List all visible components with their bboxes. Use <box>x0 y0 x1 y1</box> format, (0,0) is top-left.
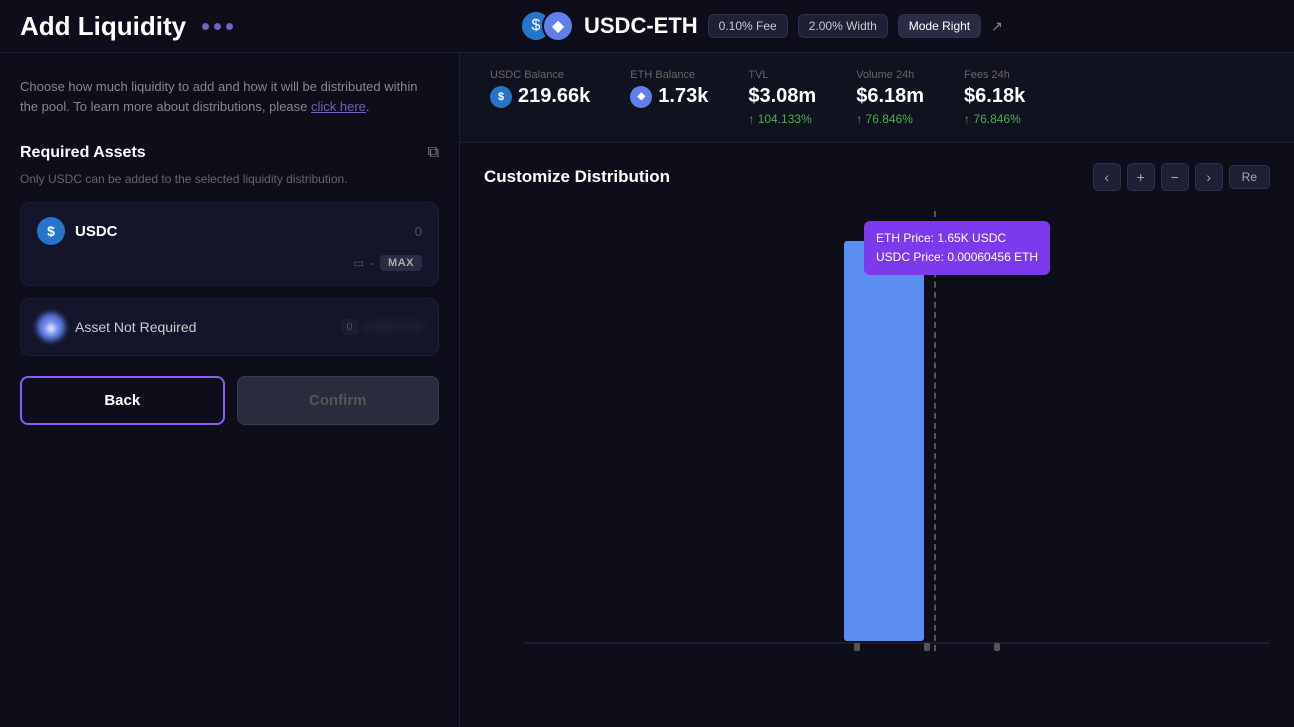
ctrl-left-button[interactable]: ‹ <box>1093 163 1121 191</box>
usdc-balance-label: USDC Balance <box>490 69 590 81</box>
usdc-zero-value: 0 <box>415 224 422 239</box>
fees24-change: 76.846% <box>964 112 1025 126</box>
vol24-change: 76.846% <box>856 112 924 126</box>
vol24-value: $6.18m <box>856 85 924 108</box>
vol24-label: Volume 24h <box>856 69 924 81</box>
dash-separator: - <box>370 256 374 270</box>
chart-header: Customize Distribution ‹ + − › Re <box>484 163 1270 191</box>
chart-controls: ‹ + − › Re <box>1093 163 1270 191</box>
pool-name: USDC-ETH <box>584 13 698 39</box>
confirm-button[interactable]: Confirm <box>237 376 440 425</box>
pool-section: $ ◆ USDC-ETH 0.10% Fee 2.00% Width Mode … <box>520 10 1274 42</box>
tvl-change: 104.133% <box>748 112 816 126</box>
usdc-asset-card: $ USDC 0 ▭ - MAX <box>20 202 439 286</box>
eth-pool-icon: ◆ <box>542 10 574 42</box>
tvl-value: $3.08m <box>748 85 816 108</box>
nr-badge: 0 <box>341 319 359 335</box>
stat-eth-balance: ETH Balance ◆ 1.73k <box>630 69 708 126</box>
section-header: Required Assets ⧉ <box>20 144 439 162</box>
asset-nr-right: 0 0.000 ETH <box>341 319 423 335</box>
fees24-label: Fees 24h <box>964 69 1025 81</box>
tooltip-line1: ETH Price: 1.65K USDC <box>876 229 1038 248</box>
mode-badge[interactable]: Mode Right <box>898 14 981 38</box>
eth-nr-icon: ◆ <box>37 313 65 341</box>
tooltip-line2: USDC Price: 0.00060456 ETH <box>876 248 1038 267</box>
x-tick-mark-3 <box>994 643 1000 651</box>
usdc-asset-icon: $ <box>37 217 65 245</box>
asset-note: Only USDC can be added to the selected l… <box>20 172 439 186</box>
max-button[interactable]: MAX <box>380 255 422 271</box>
stats-bar: USDC Balance $ 219.66k ETH Balance ◆ 1.7… <box>460 53 1294 143</box>
dashed-price-line <box>934 211 936 651</box>
right-panel: USDC Balance $ 219.66k ETH Balance ◆ 1.7… <box>460 53 1294 727</box>
top-bar: Add Liquidity $ ◆ USDC-ETH 0.10% Fee 2.0… <box>0 0 1294 53</box>
nr-amount: 0.000 ETH <box>365 320 422 334</box>
top-bar-left: Add Liquidity <box>20 11 510 42</box>
click-here-link[interactable]: click here <box>311 99 366 114</box>
dot-2 <box>214 23 221 30</box>
dot-1 <box>202 23 209 30</box>
usdc-asset-name: USDC <box>75 223 118 240</box>
asset-not-required-label: Asset Not Required <box>75 319 196 335</box>
stat-usdc-balance: USDC Balance $ 219.66k <box>490 69 590 126</box>
usdc-asset-left: $ USDC <box>37 217 118 245</box>
wallet-icon: ▭ <box>353 256 364 270</box>
dots-menu[interactable] <box>202 23 233 30</box>
page-title: Add Liquidity <box>20 11 186 42</box>
usdc-icon-small: $ <box>490 86 512 108</box>
chart-svg <box>484 211 1270 691</box>
filter-icon[interactable]: ⧉ <box>428 144 439 162</box>
price-tooltip: ETH Price: 1.65K USDC USDC Price: 0.0006… <box>864 221 1050 275</box>
stat-tvl: TVL $3.08m 104.133% <box>748 69 816 126</box>
dot-3 <box>226 23 233 30</box>
fees24-value: $6.18k <box>964 85 1025 108</box>
eth-balance-value: ◆ 1.73k <box>630 85 708 108</box>
asset-not-required-card: ◆ Asset Not Required 0 0.000 ETH <box>20 298 439 356</box>
ctrl-reset-button[interactable]: Re <box>1229 165 1270 189</box>
usdc-balance-value: $ 219.66k <box>490 85 590 108</box>
main-content: Choose how much liquidity to add and how… <box>0 53 1294 727</box>
ctrl-right-button[interactable]: › <box>1195 163 1223 191</box>
usdc-card-header: $ USDC 0 <box>37 217 422 245</box>
chart-area: ETH Price: 1.65K USDC USDC Price: 0.0006… <box>484 211 1270 691</box>
asset-nr-left: ◆ Asset Not Required <box>37 313 196 341</box>
chart-section: Customize Distribution ‹ + − › Re ETH Pr… <box>460 143 1294 727</box>
tvl-label: TVL <box>748 69 816 81</box>
left-panel: Choose how much liquidity to add and how… <box>0 53 460 727</box>
chart-title: Customize Distribution <box>484 167 670 187</box>
usdc-max-row: ▭ - MAX <box>37 255 422 271</box>
ctrl-plus-button[interactable]: + <box>1127 163 1155 191</box>
section-title: Required Assets <box>20 144 146 162</box>
fee-badge[interactable]: 0.10% Fee <box>708 14 788 38</box>
external-link-icon[interactable]: ↗ <box>991 18 1003 35</box>
back-button[interactable]: Back <box>20 376 225 425</box>
subtitle-text: Choose how much liquidity to add and how… <box>20 77 439 116</box>
eth-balance-label: ETH Balance <box>630 69 708 81</box>
ctrl-minus-button[interactable]: − <box>1161 163 1189 191</box>
stat-fees24: Fees 24h $6.18k 76.846% <box>964 69 1025 126</box>
chart-bar <box>844 241 924 641</box>
stat-vol24: Volume 24h $6.18m 76.846% <box>856 69 924 126</box>
button-row: Back Confirm <box>20 376 439 425</box>
pool-icons: $ ◆ <box>520 10 574 42</box>
width-badge[interactable]: 2.00% Width <box>798 14 888 38</box>
x-tick-mark-2 <box>924 643 930 651</box>
x-tick-mark <box>854 643 860 651</box>
eth-icon-small: ◆ <box>630 86 652 108</box>
